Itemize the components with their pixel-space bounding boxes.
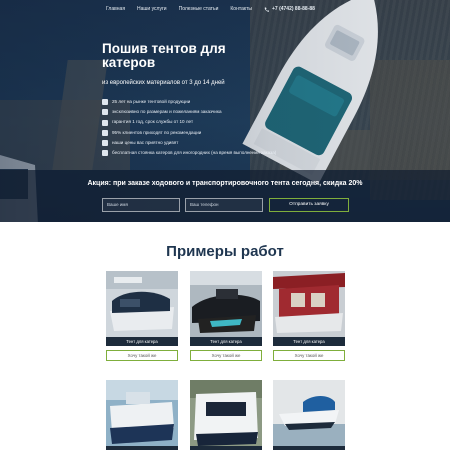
example-card [273, 380, 345, 450]
phone-link[interactable]: +7 (4742) 88-88-88 [264, 6, 315, 12]
want-same-button[interactable]: Хочу такой же [273, 350, 345, 361]
feature-item: эксклюзивно по размерам и пожеланиям зак… [102, 107, 276, 117]
boat-photo[interactable] [190, 380, 262, 446]
boat-photo[interactable] [106, 380, 178, 446]
card-caption: Тент для катера [106, 337, 178, 346]
ruler-icon [102, 109, 108, 116]
top-nav: Главная Наши услуги Полезные статьи Конт… [106, 4, 315, 14]
card-caption [106, 446, 178, 450]
phone-input[interactable]: Ваш телефон [185, 198, 263, 212]
parking-icon [102, 150, 108, 157]
submit-request-button[interactable]: Отправить заявку [269, 198, 349, 212]
nav-item-contacts[interactable]: Контакты [230, 6, 252, 12]
feature-list: 25 лет на рынке тентовой продукции экскл… [102, 97, 276, 158]
hero-title: Пошив тентов для катеров [102, 41, 226, 70]
example-card [190, 380, 262, 450]
example-card: Тент для катера Хочу такой же [273, 271, 345, 361]
example-card [106, 380, 178, 450]
nav-item-services[interactable]: Наши услуги [137, 6, 167, 12]
nav-item-articles[interactable]: Полезные статьи [179, 6, 219, 12]
nav-item-home[interactable]: Главная [106, 6, 125, 12]
thumbs-up-icon [102, 129, 108, 136]
feature-item: наши цены вас приятно удивят [102, 138, 276, 148]
example-card: Тент для катера Хочу такой же [106, 271, 178, 361]
promo-text: Акция: при заказе ходового и транспортир… [87, 180, 363, 187]
shield-icon [102, 119, 108, 126]
card-caption [190, 446, 262, 450]
want-same-button[interactable]: Хочу такой же [190, 350, 262, 361]
feature-item: бесплатная стоянка катеров для иногородн… [102, 148, 276, 158]
hero-subtitle: из европейских материалов от 3 до 14 дне… [102, 80, 225, 86]
example-card: Тент для катера Хочу такой же [190, 271, 262, 361]
price-tag-icon [102, 139, 108, 146]
feature-item: гарантия 1 год, срок службы от 10 лет [102, 117, 276, 127]
card-caption: Тент для катера [273, 337, 345, 346]
phone-icon [264, 7, 269, 12]
card-caption [273, 446, 345, 450]
years-icon [102, 99, 108, 106]
boat-photo[interactable] [190, 271, 262, 337]
name-input[interactable]: Ваше имя [102, 198, 180, 212]
feature-item: 95% клиентов приходят по рекомендации [102, 128, 276, 138]
boat-photo[interactable] [273, 271, 345, 337]
phone-number: +7 (4742) 88-88-88 [271, 6, 315, 12]
want-same-button[interactable]: Хочу такой же [106, 350, 178, 361]
boat-photo[interactable] [106, 271, 178, 337]
examples-title: Примеры работ [166, 243, 284, 260]
feature-item: 25 лет на рынке тентовой продукции [102, 97, 276, 107]
hero-section: Главная Наши услуги Полезные статьи Конт… [0, 0, 450, 222]
card-caption: Тент для катера [190, 337, 262, 346]
boat-photo[interactable] [273, 380, 345, 446]
promo-band [0, 170, 450, 222]
